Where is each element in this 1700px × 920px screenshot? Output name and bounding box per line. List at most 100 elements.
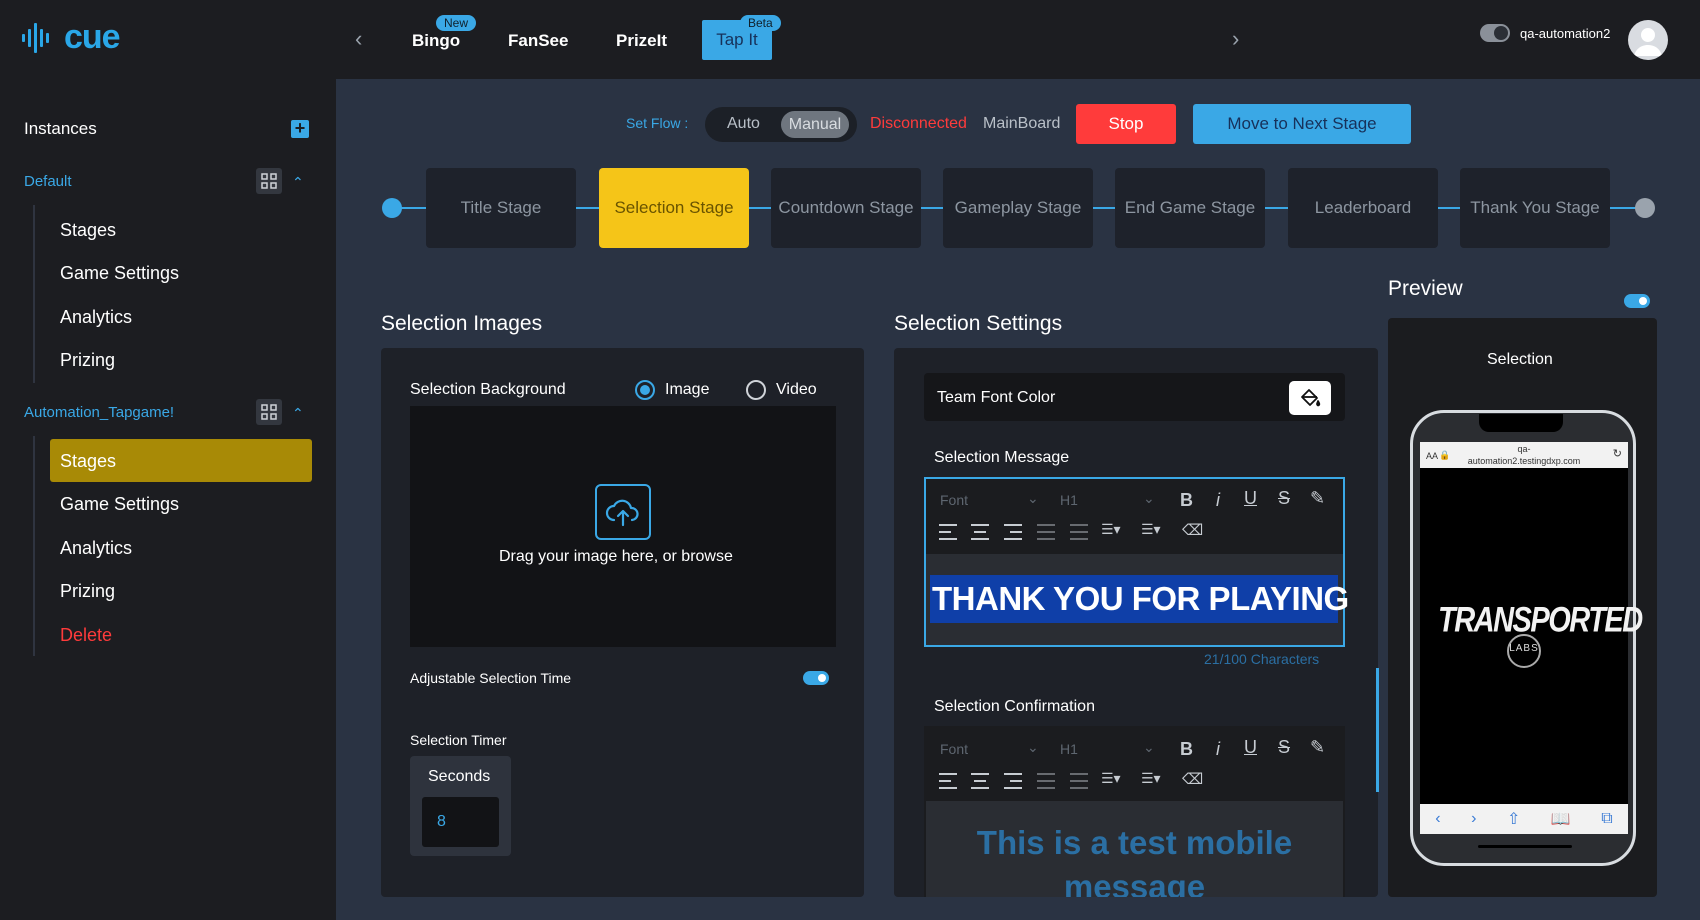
browser-back-icon: ‹ bbox=[1435, 810, 1441, 827]
sidebar-item-prizing[interactable]: Prizing bbox=[60, 350, 115, 371]
clear-format-icon[interactable]: ⌫ bbox=[1182, 521, 1203, 539]
confirmation-content-area[interactable]: This is a test mobile message bbox=[926, 801, 1343, 897]
collapse-default-icon[interactable]: ⌃ bbox=[292, 174, 304, 191]
board-name: MainBoard bbox=[983, 115, 1061, 132]
stage-gameplay[interactable]: Gameplay Stage bbox=[943, 168, 1093, 248]
dropzone-text: Drag your image here, or browse bbox=[499, 548, 733, 565]
highlighter-icon[interactable]: ✎ bbox=[1310, 737, 1325, 758]
new-badge: New bbox=[436, 15, 477, 31]
paint-bucket-icon[interactable] bbox=[1289, 381, 1331, 415]
ordered-list-icon[interactable]: ☰▾ bbox=[1101, 521, 1121, 538]
tree-line bbox=[33, 205, 35, 383]
reload-icon: ↻ bbox=[1612, 448, 1622, 460]
bold-icon[interactable]: B bbox=[1180, 739, 1193, 760]
stage-leaderboard[interactable]: Leaderboard bbox=[1288, 168, 1438, 248]
user-menu[interactable]: qa-automation2 bbox=[1480, 24, 1610, 42]
image-radio[interactable] bbox=[635, 380, 655, 400]
cue-logo[interactable]: cue bbox=[22, 18, 121, 57]
sidebar-item-stages-active[interactable]: Stages bbox=[60, 451, 116, 472]
bold-icon[interactable]: B bbox=[1180, 490, 1193, 511]
qr-code-icon[interactable] bbox=[256, 399, 282, 425]
stage-title[interactable]: Title Stage bbox=[426, 168, 576, 248]
heading-select[interactable]: H1 bbox=[1060, 741, 1078, 757]
bullet-list-icon[interactable]: ☰▾ bbox=[1141, 770, 1161, 787]
preview-toggle[interactable] bbox=[1624, 294, 1650, 308]
stage-thank-you[interactable]: Thank You Stage bbox=[1460, 168, 1610, 248]
add-instance-button[interactable]: + bbox=[291, 119, 309, 138]
stage-countdown[interactable]: Countdown Stage bbox=[771, 168, 921, 248]
seconds-label: Seconds bbox=[428, 768, 491, 785]
align-center-icon[interactable] bbox=[971, 773, 989, 789]
seconds-input[interactable]: 8 bbox=[422, 797, 499, 847]
outdent-icon[interactable] bbox=[1070, 773, 1088, 789]
avatar[interactable] bbox=[1628, 20, 1668, 60]
collapse-automation-icon[interactable]: ⌃ bbox=[292, 405, 304, 422]
qr-code-icon[interactable] bbox=[256, 168, 282, 194]
sidebar-item-stages[interactable]: Stages bbox=[60, 220, 116, 241]
phone-url-line2: automation2.testingdxp.com bbox=[1467, 456, 1581, 466]
sidebar-item-delete[interactable]: Delete bbox=[60, 625, 112, 646]
heading-select-chevron-icon[interactable]: ⌄ bbox=[1143, 739, 1155, 756]
logo-main-text: TRANSPORTED bbox=[1438, 601, 1643, 641]
phone-home-indicator bbox=[1478, 845, 1572, 848]
heading-select-chevron-icon[interactable]: ⌄ bbox=[1143, 490, 1155, 507]
align-left-icon[interactable] bbox=[939, 773, 957, 789]
nav-prev-arrow-icon[interactable]: ‹ bbox=[355, 26, 362, 52]
nav-next-arrow-icon[interactable]: › bbox=[1232, 26, 1239, 52]
adjustable-time-label: Adjustable Selection Time bbox=[410, 670, 572, 686]
adjustable-time-toggle[interactable] bbox=[803, 671, 829, 685]
align-center-icon[interactable] bbox=[971, 524, 989, 540]
strikethrough-icon[interactable]: S bbox=[1278, 737, 1290, 758]
video-radio-label: Video bbox=[776, 381, 817, 398]
align-right-icon[interactable] bbox=[1004, 524, 1022, 540]
sidebar-item-analytics[interactable]: Analytics bbox=[60, 307, 132, 328]
italic-icon[interactable]: i bbox=[1216, 490, 1220, 511]
theme-toggle[interactable] bbox=[1480, 24, 1510, 42]
sidebar-item-game-settings[interactable]: Game Settings bbox=[60, 494, 179, 515]
character-count: 21/100 Characters bbox=[1204, 651, 1320, 667]
align-right-icon[interactable] bbox=[1004, 773, 1022, 789]
top-bar bbox=[0, 0, 1700, 79]
video-radio[interactable] bbox=[746, 380, 766, 400]
tab-bingo[interactable]: Bingo bbox=[412, 31, 460, 51]
outdent-icon[interactable] bbox=[1070, 524, 1088, 540]
tab-fansee[interactable]: FanSee bbox=[508, 31, 568, 51]
browser-bookmarks-icon: 📖 bbox=[1550, 811, 1571, 828]
phone-url-line1: qa- bbox=[1517, 444, 1531, 454]
indent-icon[interactable] bbox=[1037, 773, 1055, 789]
flow-manual-option[interactable]: Manual bbox=[781, 111, 849, 138]
tab-prizeit[interactable]: PrizeIt bbox=[616, 31, 667, 51]
settings-scrollbar[interactable] bbox=[1376, 668, 1379, 792]
upload-cloud-icon[interactable] bbox=[595, 484, 651, 540]
stage-end-game[interactable]: End Game Stage bbox=[1115, 168, 1265, 248]
clear-format-icon[interactable]: ⌫ bbox=[1182, 770, 1203, 788]
next-stage-button[interactable]: Move to Next Stage bbox=[1193, 104, 1411, 144]
underline-icon[interactable]: U bbox=[1244, 488, 1257, 509]
font-select[interactable]: Font bbox=[940, 741, 968, 757]
stage-selection[interactable]: Selection Stage bbox=[599, 168, 749, 248]
selection-message-text[interactable]: THANK YOU FOR PLAYING bbox=[930, 575, 1349, 623]
indent-icon[interactable] bbox=[1037, 524, 1055, 540]
font-select-chevron-icon[interactable]: ⌄ bbox=[1027, 490, 1039, 507]
highlighter-icon[interactable]: ✎ bbox=[1310, 488, 1325, 509]
underline-icon[interactable]: U bbox=[1244, 737, 1257, 758]
align-left-icon[interactable] bbox=[939, 524, 957, 540]
sidebar-item-analytics[interactable]: Analytics bbox=[60, 538, 132, 559]
flow-auto-option[interactable]: Auto bbox=[727, 115, 760, 133]
selection-confirmation-label: Selection Confirmation bbox=[934, 698, 1095, 715]
sidebar-item-game-settings[interactable]: Game Settings bbox=[60, 263, 179, 284]
strikethrough-icon[interactable]: S bbox=[1278, 488, 1290, 509]
font-select[interactable]: Font bbox=[940, 492, 968, 508]
ordered-list-icon[interactable]: ☰▾ bbox=[1101, 770, 1121, 787]
group-automation-tapgame[interactable]: Automation_Tapgame! bbox=[24, 404, 174, 421]
font-select-chevron-icon[interactable]: ⌄ bbox=[1027, 739, 1039, 756]
waveform-logo-icon bbox=[22, 22, 49, 53]
italic-icon[interactable]: i bbox=[1216, 739, 1220, 760]
sidebar-item-prizing[interactable]: Prizing bbox=[60, 581, 115, 602]
group-default[interactable]: Default bbox=[24, 173, 72, 190]
heading-select[interactable]: H1 bbox=[1060, 492, 1078, 508]
bullet-list-icon[interactable]: ☰▾ bbox=[1141, 521, 1161, 538]
selection-timer-label: Selection Timer bbox=[410, 732, 507, 748]
lock-icon: 🔒 bbox=[1439, 450, 1451, 460]
stop-button[interactable]: Stop bbox=[1076, 104, 1176, 144]
